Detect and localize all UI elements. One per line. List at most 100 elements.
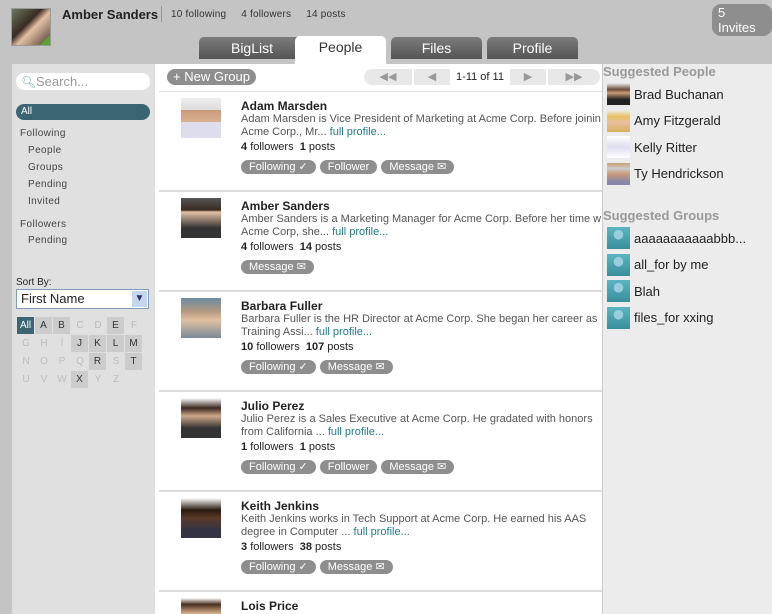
- person-photo[interactable]: [181, 398, 221, 438]
- nav-following-invited[interactable]: Invited: [28, 196, 60, 207]
- suggested-people-title: Suggested People: [603, 64, 716, 79]
- search-placeholder: Search...: [36, 74, 89, 89]
- posts-count: 14: [299, 241, 312, 253]
- letter-f: F: [130, 320, 138, 331]
- user-stats: 10 following 4 followers 14 posts: [171, 9, 358, 20]
- letter-y: Y: [94, 374, 102, 385]
- nav-followers[interactable]: Followers: [20, 219, 66, 230]
- posts-label: posts: [315, 241, 342, 253]
- sort-select[interactable]: First Name ▼: [16, 289, 149, 309]
- message-button[interactable]: Message ✉: [381, 160, 455, 174]
- full-profile-link[interactable]: full profile...: [330, 126, 386, 138]
- nav-followers-pending[interactable]: Pending: [28, 235, 68, 246]
- message-button[interactable]: Message ✉: [319, 560, 393, 574]
- person-name[interactable]: Keith Jenkins: [241, 499, 319, 513]
- letter-a[interactable]: A: [35, 317, 52, 334]
- new-group-button[interactable]: + New Group: [167, 69, 256, 85]
- person-photo[interactable]: [181, 198, 221, 238]
- prev-page-button[interactable]: ◀: [414, 69, 452, 85]
- letter-m[interactable]: M: [125, 335, 142, 352]
- letter-j[interactable]: J: [71, 335, 88, 352]
- suggested-group-name[interactable]: Blah: [634, 284, 660, 299]
- user-avatar[interactable]: [11, 8, 51, 46]
- last-page-button[interactable]: ▶▶: [548, 69, 600, 85]
- message-button[interactable]: Message ✉: [381, 460, 455, 474]
- suggested-person[interactable]: Brad Buchanan: [607, 83, 724, 105]
- suggested-person-name[interactable]: Brad Buchanan: [634, 87, 724, 102]
- suggested-person-name[interactable]: Ty Hendrickson: [634, 166, 724, 181]
- tab-people[interactable]: People: [295, 36, 386, 64]
- suggested-group-name[interactable]: all_for by me: [634, 257, 708, 272]
- person-actions: Message ✉: [241, 260, 314, 274]
- suggested-group[interactable]: Blah: [607, 280, 660, 302]
- group-icon: [607, 227, 630, 249]
- letter-all[interactable]: All: [17, 317, 34, 334]
- person-photo[interactable]: [181, 498, 221, 538]
- letter-k[interactable]: K: [89, 335, 106, 352]
- suggested-group-name[interactable]: files_for xxing: [634, 310, 713, 325]
- full-profile-link[interactable]: full profile...: [332, 226, 388, 238]
- letter-e[interactable]: E: [107, 317, 124, 334]
- nav-following-pending[interactable]: Pending: [28, 179, 68, 190]
- pager: ◀◀ ◀ 1-11 of 11 ▶ ▶▶: [364, 69, 600, 85]
- nav-following-groups[interactable]: Groups: [28, 162, 63, 173]
- letter-b[interactable]: B: [53, 317, 70, 334]
- next-page-button[interactable]: ▶: [510, 69, 548, 85]
- person-name[interactable]: Adam Marsden: [241, 99, 327, 113]
- suggested-person[interactable]: Amy Fitzgerald: [607, 109, 721, 132]
- letter-c: C: [76, 320, 84, 331]
- bio-line: degree in Computer ...: [241, 526, 351, 538]
- person-name[interactable]: Julio Perez: [241, 399, 304, 413]
- person-name[interactable]: Lois Price: [241, 599, 298, 613]
- tab-files[interactable]: Files: [391, 37, 482, 59]
- group-icon: [607, 253, 630, 276]
- posts-label[interactable]: posts: [321, 9, 346, 20]
- nav-following[interactable]: Following: [20, 128, 66, 139]
- letter-w: W: [57, 374, 67, 385]
- first-page-button[interactable]: ◀◀: [364, 69, 414, 85]
- search-input[interactable]: 🔍︎ Search...: [16, 73, 150, 90]
- full-profile-link[interactable]: full profile...: [316, 326, 372, 338]
- person-name[interactable]: Barbara Fuller: [241, 299, 322, 313]
- suggested-person-name[interactable]: Kelly Ritter: [634, 140, 697, 155]
- suggested-group-name[interactable]: aaaaaaaaaaabbb...: [634, 231, 746, 246]
- person-photo[interactable]: [181, 598, 221, 614]
- user-name[interactable]: Amber Sanders: [62, 7, 158, 22]
- tab-profile[interactable]: Profile: [487, 37, 578, 59]
- suggested-group[interactable]: files_for xxing: [607, 306, 713, 329]
- message-button[interactable]: Message ✉: [241, 260, 314, 274]
- letter-l[interactable]: L: [107, 335, 124, 352]
- following-button[interactable]: Following ✓: [241, 360, 316, 374]
- following-button[interactable]: Following ✓: [241, 560, 316, 574]
- chevron-down-icon[interactable]: ▼: [132, 291, 147, 307]
- bio-line: Acme Corp, she...: [241, 226, 330, 238]
- full-profile-link[interactable]: full profile...: [354, 526, 410, 538]
- following-label[interactable]: following: [186, 9, 227, 20]
- person-name[interactable]: Amber Sanders: [241, 199, 330, 213]
- following-button[interactable]: Following ✓: [241, 160, 316, 174]
- person-photo[interactable]: [181, 98, 221, 138]
- search-icon: 🔍︎: [21, 75, 37, 89]
- suggested-person[interactable]: Kelly Ritter: [607, 136, 697, 158]
- follower-button[interactable]: Follower: [319, 160, 378, 174]
- suggested-group[interactable]: all_for by me: [607, 253, 708, 276]
- following-button[interactable]: Following ✓: [241, 460, 316, 474]
- letter-x[interactable]: X: [71, 371, 88, 388]
- suggested-group[interactable]: aaaaaaaaaaabbb...: [607, 227, 746, 249]
- letter-z: Z: [112, 374, 120, 385]
- nav-all[interactable]: All: [16, 104, 150, 120]
- suggested-person-name[interactable]: Amy Fitzgerald: [634, 113, 721, 128]
- letter-t[interactable]: T: [125, 353, 142, 370]
- suggested-person[interactable]: Ty Hendrickson: [607, 162, 724, 185]
- invites-button[interactable]: 5 Invites: [712, 4, 772, 36]
- person-avatar: [607, 83, 630, 105]
- nav-following-people[interactable]: People: [28, 145, 62, 156]
- full-profile-link[interactable]: full profile...: [328, 426, 384, 438]
- letter-r[interactable]: R: [89, 353, 106, 370]
- message-button[interactable]: Message ✉: [319, 360, 393, 374]
- person-avatar: [607, 109, 630, 132]
- tab-biglist[interactable]: BigList: [199, 37, 305, 59]
- follower-button[interactable]: Follower: [319, 460, 378, 474]
- followers-label[interactable]: followers: [250, 9, 291, 20]
- person-photo[interactable]: [181, 298, 221, 338]
